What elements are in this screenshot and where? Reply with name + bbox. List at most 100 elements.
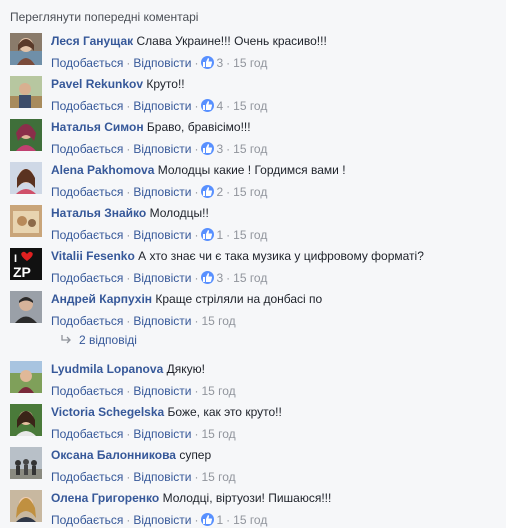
reply-button[interactable]: Відповісти — [133, 314, 191, 328]
thumbs-up-icon — [201, 56, 215, 69]
comment-author[interactable]: Vitalii Fesenko — [51, 249, 135, 263]
avatar[interactable] — [10, 33, 42, 65]
comment-timestamp[interactable]: 15 год — [233, 142, 267, 156]
reply-button[interactable]: Відповісти — [133, 513, 191, 527]
like-button[interactable]: Подобається — [51, 314, 123, 328]
like-button[interactable]: Подобається — [51, 384, 123, 398]
separator-dot: · — [194, 228, 199, 242]
comment-timestamp[interactable]: 15 год — [233, 271, 267, 285]
comment-timestamp[interactable]: 15 год — [201, 470, 235, 484]
separator-dot: · — [226, 513, 231, 527]
avatar[interactable] — [10, 76, 42, 108]
like-count[interactable]: 4 — [201, 99, 223, 113]
like-count[interactable]: 3 — [201, 142, 223, 156]
comment-author[interactable]: Наталья Знайко — [51, 206, 146, 220]
like-count[interactable]: 3 — [201, 56, 223, 70]
avatar[interactable] — [10, 404, 42, 436]
comment-author[interactable]: Оксана Балонникова — [51, 448, 176, 462]
comment-author[interactable]: Леся Ганущак — [51, 34, 133, 48]
like-count[interactable]: 1 — [201, 228, 223, 242]
like-button[interactable]: Подобається — [51, 99, 123, 113]
comment-author[interactable]: Lyudmila Lopanova — [51, 362, 163, 376]
comment-timestamp[interactable]: 15 год — [201, 427, 235, 441]
like-button[interactable]: Подобається — [51, 427, 123, 441]
separator-dot: · — [194, 185, 199, 199]
separator-dot: · — [226, 228, 231, 242]
like-button[interactable]: Подобається — [51, 470, 123, 484]
comment-author[interactable]: Alena Pakhomova — [51, 163, 154, 177]
separator-dot: · — [194, 470, 199, 484]
comment-text: Круто!! — [146, 77, 185, 91]
thumbs-up-icon — [201, 99, 215, 112]
comment-text: Боже, как это круто!! — [167, 405, 282, 419]
comment-text: Молодцы какие ! Гордимся вами ! — [157, 163, 346, 177]
comment-text: Дякую! — [166, 362, 205, 376]
comment-text: Краще стріляли на донбасі по — [155, 292, 323, 306]
separator-dot: · — [194, 142, 199, 156]
comment-text: Браво, бравісімо!!! — [146, 120, 251, 134]
thumbs-up-icon — [201, 185, 215, 198]
separator-dot: · — [194, 427, 199, 441]
avatar[interactable] — [10, 447, 42, 479]
reply-button[interactable]: Відповісти — [133, 99, 191, 113]
view-previous-comments-link[interactable]: Переглянути попередні коментарі — [10, 10, 198, 24]
avatar[interactable]: I ZP — [10, 248, 42, 280]
separator-dot: · — [226, 185, 231, 199]
separator-dot: · — [126, 427, 131, 441]
separator-dot: · — [126, 271, 131, 285]
like-button[interactable]: Подобається — [51, 142, 123, 156]
comment-text: Слава Украине!!! Очень красиво!!! — [136, 34, 327, 48]
avatar[interactable] — [10, 205, 42, 237]
comment-text: супер — [179, 448, 212, 462]
separator-dot: · — [126, 513, 131, 527]
reply-button[interactable]: Відповісти — [133, 271, 191, 285]
reply-button[interactable]: Відповісти — [133, 185, 191, 199]
reply-button[interactable]: Відповісти — [133, 56, 191, 70]
comment-author[interactable]: Victoria Schegelska — [51, 405, 164, 419]
like-count[interactable]: 2 — [201, 185, 223, 199]
like-count[interactable]: 1 — [201, 513, 223, 527]
avatar[interactable] — [10, 291, 42, 323]
separator-dot: · — [126, 228, 131, 242]
reply-button[interactable]: Відповісти — [133, 384, 191, 398]
comment-timestamp[interactable]: 15 год — [233, 228, 267, 242]
comment-author[interactable]: Наталья Симон — [51, 120, 144, 134]
comment-timestamp[interactable]: 15 год — [233, 56, 267, 70]
separator-dot: · — [194, 271, 199, 285]
comment-author[interactable]: Олена Григоренко — [51, 491, 159, 505]
separator-dot: · — [226, 56, 231, 70]
avatar[interactable] — [10, 490, 42, 522]
comment-text: Молодцы!! — [149, 206, 209, 220]
like-count[interactable]: 3 — [201, 271, 223, 285]
separator-dot: · — [226, 142, 231, 156]
separator-dot: · — [194, 384, 199, 398]
comment-timestamp[interactable]: 15 год — [233, 99, 267, 113]
separator-dot: · — [226, 271, 231, 285]
reply-button[interactable]: Відповісти — [133, 142, 191, 156]
comment-author[interactable]: Андрей Карпухін — [51, 292, 152, 306]
comment-author[interactable]: Pavel Rekunkov — [51, 77, 143, 91]
comment-timestamp[interactable]: 15 год — [233, 185, 267, 199]
like-button[interactable]: Подобається — [51, 56, 123, 70]
reply-button[interactable]: Відповісти — [133, 427, 191, 441]
like-button[interactable]: Подобається — [51, 271, 123, 285]
like-button[interactable]: Подобається — [51, 513, 123, 527]
separator-dot: · — [226, 99, 231, 113]
avatar[interactable] — [10, 162, 42, 194]
separator-dot: · — [126, 142, 131, 156]
thumbs-up-icon — [201, 271, 215, 284]
reply-button[interactable]: Відповісти — [133, 470, 191, 484]
separator-dot: · — [126, 470, 131, 484]
avatar[interactable] — [10, 119, 42, 151]
reply-arrow-icon — [61, 333, 73, 347]
comment-timestamp[interactable]: 15 год — [233, 513, 267, 527]
view-replies-link[interactable]: 2 відповіді — [61, 333, 137, 347]
reply-button[interactable]: Відповісти — [133, 228, 191, 242]
comment-timestamp[interactable]: 15 год — [201, 384, 235, 398]
comment-timestamp[interactable]: 15 год — [201, 314, 235, 328]
avatar[interactable] — [10, 361, 42, 393]
thumbs-up-icon — [201, 513, 215, 526]
like-button[interactable]: Подобається — [51, 228, 123, 242]
like-button[interactable]: Подобається — [51, 185, 123, 199]
separator-dot: · — [194, 99, 199, 113]
